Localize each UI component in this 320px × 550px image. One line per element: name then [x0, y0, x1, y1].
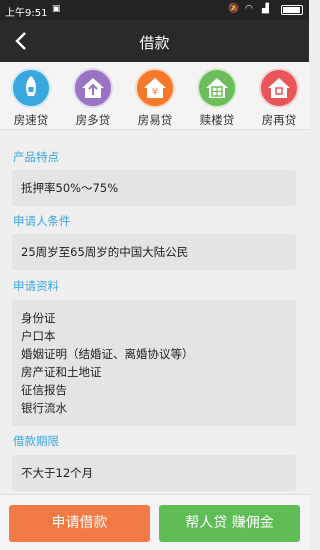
house-arrow-up-icon — [73, 68, 113, 108]
document-item: 征信报告 — [21, 383, 67, 397]
battery-icon — [281, 5, 303, 15]
house-rocket-icon — [11, 68, 51, 108]
documents-card: 身份证 户口本 婚姻证明（结婚证、离婚协议等） 房产证和土地证 征信报告 银行流… — [12, 300, 296, 426]
features-text: 抵押率50%～75% — [21, 181, 119, 195]
tab-fang-yi-dai[interactable]: ¥ 房易贷 — [124, 62, 186, 131]
svg-text:¥: ¥ — [152, 87, 158, 98]
status-bar: 上午9:51 ▣ 🔕 ◠ ▟ — [0, 0, 309, 20]
tab-shu-lou-dai[interactable]: 赎楼贷 — [186, 62, 248, 130]
document-item: 银行流水 — [21, 401, 67, 415]
product-tabs: 房速贷 房多贷 ¥ 房易贷 赎楼贷 房再贷 — [0, 62, 310, 131]
section-title-features: 产品特点 — [13, 150, 59, 164]
document-item: 身份证 — [21, 311, 56, 325]
bottom-action-bar: 申请借款 帮人贷 赚佣金 — [0, 494, 309, 550]
section-title-term: 借款期限 — [13, 434, 59, 448]
mute-icon: 🔕 — [228, 4, 240, 14]
notification-icon: ▣ — [52, 4, 61, 14]
tab-fang-su-dai[interactable]: 房速贷 — [0, 62, 62, 130]
conditions-text: 25周岁至65周岁的中国大陆公民 — [21, 245, 189, 259]
house-yen-icon: ¥ — [135, 68, 175, 108]
tab-fang-duo-dai[interactable]: 房多贷 — [62, 62, 124, 130]
term-text: 不大于12个月 — [21, 466, 94, 480]
signal-icon: ▟ — [262, 4, 269, 14]
section-title-conditions: 申请人条件 — [13, 214, 71, 228]
term-card: 不大于12个月 — [12, 455, 296, 491]
tab-label: 房速贷 — [13, 113, 49, 127]
tab-label: 赎楼贷 — [199, 113, 235, 127]
section-title-documents: 申请资料 — [13, 279, 59, 293]
apply-loan-button[interactable]: 申请借款 — [9, 505, 150, 542]
house-refresh-icon — [259, 68, 299, 108]
wifi-icon: ◠ — [245, 4, 253, 14]
title-bar: 借款 — [0, 20, 309, 62]
building-icon — [197, 68, 237, 108]
tab-label: 房再贷 — [261, 113, 297, 127]
document-item: 房产证和土地证 — [21, 365, 102, 379]
features-card: 抵押率50%～75% — [12, 170, 296, 206]
document-item: 婚姻证明（结婚证、离婚协议等） — [21, 347, 194, 361]
status-time: 上午9:51 — [5, 8, 48, 19]
tab-label: 房多贷 — [75, 113, 111, 127]
page-title: 借款 — [139, 34, 170, 52]
refer-earn-commission-button[interactable]: 帮人贷 赚佣金 — [159, 505, 300, 542]
conditions-card: 25周岁至65周岁的中国大陆公民 — [12, 234, 296, 270]
tab-label: 房易贷 — [137, 113, 173, 127]
tab-fang-zai-dai[interactable]: 房再贷 — [248, 62, 310, 130]
document-item: 户口本 — [21, 329, 56, 343]
